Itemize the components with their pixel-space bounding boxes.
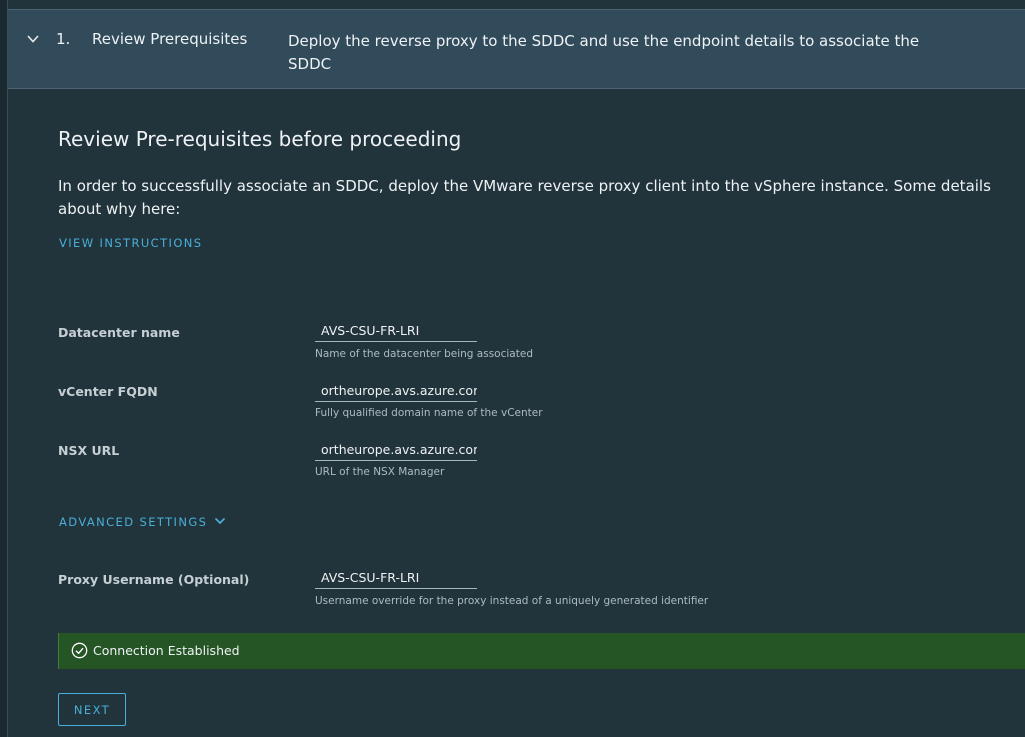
advanced-settings-label: ADVANCED SETTINGS bbox=[59, 515, 208, 529]
intro-text: In order to successfully associate an SD… bbox=[58, 177, 991, 218]
proxy-username-label: Proxy Username (Optional) bbox=[58, 572, 250, 587]
success-alert: Connection Established bbox=[58, 633, 1025, 669]
step-number: 1. bbox=[56, 30, 71, 48]
vcenter-fqdn-help: Fully qualified domain name of the vCent… bbox=[315, 407, 543, 419]
advanced-settings-toggle[interactable]: ADVANCED SETTINGS bbox=[59, 515, 226, 529]
vcenter-fqdn-label: vCenter FQDN bbox=[58, 384, 158, 399]
step-header[interactable]: 1. Review Prerequisites Deploy the rever… bbox=[8, 9, 1025, 89]
proxy-username-input[interactable] bbox=[315, 567, 477, 589]
chevron-down-icon bbox=[215, 517, 226, 525]
step-title: Review Prerequisites bbox=[92, 30, 248, 48]
datacenter-name-help: Name of the datacenter being associated bbox=[315, 348, 533, 360]
datacenter-name-label: Datacenter name bbox=[58, 325, 180, 340]
page-title: Review Pre-requisites before proceeding bbox=[58, 127, 462, 151]
alert-message: Connection Established bbox=[93, 643, 240, 658]
check-circle-icon bbox=[71, 642, 88, 659]
vcenter-fqdn-input[interactable] bbox=[315, 380, 477, 402]
proxy-username-help: Username override for the proxy instead … bbox=[315, 595, 709, 607]
left-rail bbox=[0, 0, 8, 737]
view-instructions-link[interactable]: VIEW INSTRUCTIONS bbox=[59, 236, 202, 250]
step-description: Deploy the reverse proxy to the SDDC and… bbox=[288, 32, 920, 73]
nsx-url-input[interactable] bbox=[315, 439, 477, 461]
nsx-url-help: URL of the NSX Manager bbox=[315, 466, 445, 478]
wizard-panel: 1. Review Prerequisites Deploy the rever… bbox=[0, 0, 1025, 737]
chevron-down-icon[interactable] bbox=[26, 32, 40, 46]
datacenter-name-input[interactable] bbox=[315, 320, 477, 342]
next-button[interactable]: NEXT bbox=[58, 693, 126, 726]
nsx-url-label: NSX URL bbox=[58, 443, 120, 458]
